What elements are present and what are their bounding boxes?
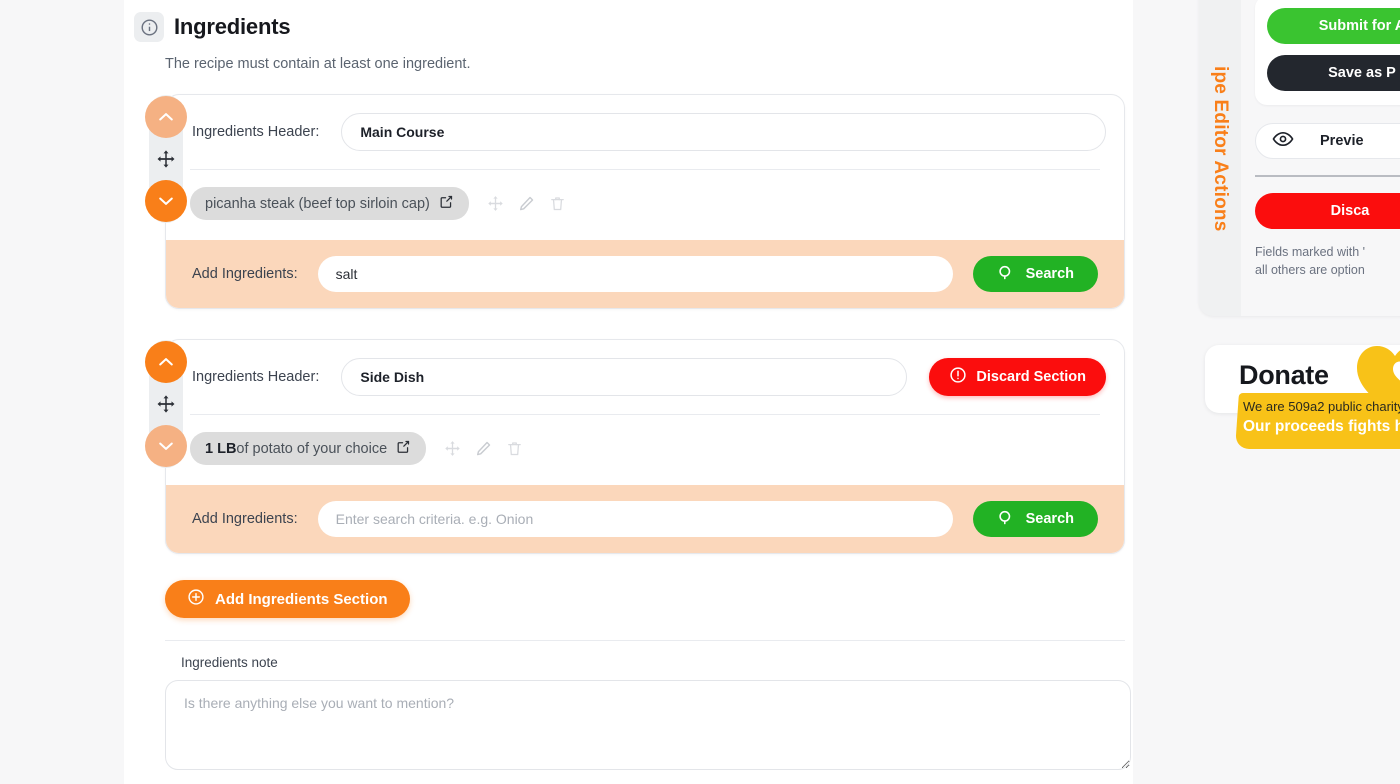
section-reorder-rail-1: [145, 95, 187, 223]
section-reorder-rail-2: [145, 340, 187, 468]
edit-pencil-icon-1[interactable]: [518, 195, 535, 212]
ingredient-chip-text-1: picanha steak (beef top sirloin cap): [205, 195, 430, 212]
move-section-down-button-1[interactable]: [145, 180, 187, 222]
page-title: Ingredients: [174, 14, 291, 39]
external-link-icon-1[interactable]: [439, 194, 454, 213]
alert-circle-icon-2: [949, 366, 967, 388]
recipe-editor-actions-tab[interactable]: ipe Editor Actions: [1199, 0, 1241, 316]
recipe-editor-actions-body: Submit for A Save as P Previe Disca Fiel…: [1241, 0, 1400, 316]
external-link-icon-2[interactable]: [396, 439, 411, 458]
right-area: ipe Editor Actions Submit for A Save as …: [1133, 0, 1400, 784]
donate-widget[interactable]: Donate We are 509a2 public charity Our p…: [1205, 345, 1400, 457]
search-icon-2: [997, 509, 1014, 530]
ingredients-section-1: Ingredients Header: picanha steak (beef …: [145, 94, 1125, 309]
drag-move-icon-1[interactable]: [156, 149, 176, 169]
move-icon-2[interactable]: [444, 440, 461, 457]
recipe-editor-page: Ingredients The recipe must contain at l…: [0, 0, 1400, 784]
add-ingredient-bar-1: Add Ingredients: Search: [166, 240, 1124, 308]
trash-icon-1[interactable]: [549, 195, 566, 212]
ingredients-note-textarea[interactable]: [165, 680, 1131, 770]
left-gutter: [0, 0, 124, 784]
ingredient-chip-text-2: of potato of your choice: [236, 440, 388, 457]
move-section-up-button-2[interactable]: [145, 341, 187, 383]
bottom-divider: [165, 640, 1125, 641]
discard-section-button-2[interactable]: Discard Section: [929, 358, 1106, 396]
discard-recipe-button[interactable]: Disca: [1255, 193, 1400, 229]
required-fields-note-line1: Fields marked with ': [1255, 245, 1366, 259]
section-header-input-1[interactable]: [341, 113, 1106, 151]
donate-title: Donate: [1239, 360, 1329, 390]
ingredient-search-button-label-1: Search: [1025, 266, 1074, 282]
ingredients-note-label: Ingredients note: [181, 655, 278, 670]
move-section-down-button-2[interactable]: [145, 425, 187, 467]
add-ingredient-bar-2: Add Ingredients: Search: [166, 485, 1124, 553]
move-icon-1[interactable]: [487, 195, 504, 212]
section-header-label-2: Ingredients Header:: [192, 369, 320, 385]
ingredient-chip-1[interactable]: picanha steak (beef top sirloin cap): [190, 187, 469, 220]
page-subtitle: The recipe must contain at least one ing…: [165, 56, 471, 72]
ingredient-chip-2[interactable]: 1 LB of potato of your choice: [190, 432, 427, 465]
recipe-editor-actions-tab-label: ipe Editor Actions: [1210, 66, 1231, 232]
ingredient-search-button-label-2: Search: [1025, 511, 1074, 527]
ingredient-chip-row-1: picanha steak (beef top sirloin cap): [166, 170, 1124, 240]
info-circle-icon: [134, 12, 164, 42]
ingredient-chip-row-2: 1 LB of potato of your choice: [166, 415, 1124, 485]
drag-move-icon-2[interactable]: [156, 394, 176, 414]
donate-line2: Our proceeds fights h: [1243, 418, 1400, 435]
ingredient-search-button-1[interactable]: Search: [972, 256, 1098, 292]
section-header-label-1: Ingredients Header:: [192, 124, 320, 140]
ingredients-section-2: Ingredients Header: Discard Section 1 LB…: [145, 339, 1125, 554]
search-icon-1: [997, 264, 1014, 285]
donate-line1: We are 509a2 public charity: [1243, 399, 1400, 414]
add-ingredients-section-label: Add Ingredients Section: [215, 590, 388, 608]
preview-button[interactable]: Previe: [1255, 123, 1400, 159]
primary-actions-card: Submit for A Save as P: [1255, 0, 1400, 105]
ingredient-chip-amount-2: 1 LB: [205, 440, 237, 457]
page-title-row: Ingredients: [124, 0, 1133, 42]
ingredient-search-input-2[interactable]: [317, 501, 953, 537]
donate-band-text: We are 509a2 public charity Our proceeds…: [1243, 399, 1400, 436]
edit-pencil-icon-2[interactable]: [475, 440, 492, 457]
ingredient-search-input-1[interactable]: [317, 256, 953, 292]
required-fields-note: Fields marked with ' all others are opti…: [1255, 243, 1400, 279]
submit-for-approval-button[interactable]: Submit for A: [1267, 8, 1400, 44]
preview-label: Previe: [1320, 133, 1364, 149]
save-as-private-button[interactable]: Save as P: [1267, 55, 1400, 91]
ingredients-content-column: Ingredients The recipe must contain at l…: [124, 0, 1133, 784]
ingredient-chip-actions-2: [444, 440, 523, 457]
move-section-up-button-1[interactable]: [145, 96, 187, 138]
add-ingredient-label-1: Add Ingredients:: [192, 266, 298, 282]
plus-circle-icon: [187, 588, 205, 610]
section-header-row-2: Ingredients Header: Discard Section: [166, 340, 1124, 414]
add-ingredients-section-button[interactable]: Add Ingredients Section: [165, 580, 410, 618]
sidebar-divider: [1255, 175, 1400, 177]
eye-icon: [1272, 128, 1294, 154]
required-fields-note-line2: all others are option: [1255, 263, 1365, 278]
section-header-input-2[interactable]: [341, 358, 908, 396]
ingredient-search-button-2[interactable]: Search: [972, 501, 1098, 537]
section-header-row-1: Ingredients Header:: [166, 95, 1124, 169]
ingredient-chip-actions-1: [487, 195, 566, 212]
trash-icon-2[interactable]: [506, 440, 523, 457]
add-ingredient-label-2: Add Ingredients:: [192, 511, 298, 527]
discard-section-label-2: Discard Section: [976, 369, 1086, 385]
recipe-editor-actions-panel: ipe Editor Actions Submit for A Save as …: [1199, 0, 1400, 316]
